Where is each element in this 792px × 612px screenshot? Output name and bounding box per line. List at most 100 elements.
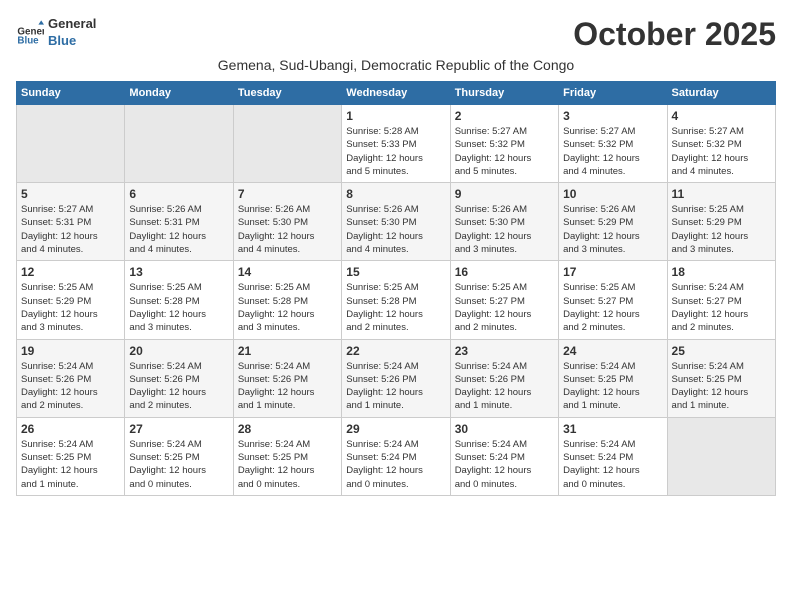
- day-cell: 3Sunrise: 5:27 AM Sunset: 5:32 PM Daylig…: [559, 105, 667, 183]
- day-number: 27: [129, 422, 228, 436]
- day-cell: 30Sunrise: 5:24 AM Sunset: 5:24 PM Dayli…: [450, 417, 558, 495]
- day-cell: 29 Sunrise: 5:24 AM Sunset: 5:24 PM Dayli…: [342, 417, 450, 495]
- day-cell: 4 Sunrise: 5:27 AM Sunset: 5:32 PM Daylig…: [667, 105, 775, 183]
- day-number: 28: [238, 422, 337, 436]
- day-info: Sunrise: 5:25 AM Sunset: 5:28 PM Dayligh…: [129, 281, 228, 334]
- day-number: 12: [21, 265, 120, 279]
- logo: General Blue General Blue: [16, 16, 96, 50]
- day-cell: 22 Sunrise: 5:24 AM Sunset: 5:26 PM Dayli…: [342, 339, 450, 417]
- week-row-4: 19 Sunrise: 5:24 AM Sunset: 5:26 PM Dayli…: [17, 339, 776, 417]
- day-cell: 26 Sunrise: 5:24 AM Sunset: 5:25 PM Dayli…: [17, 417, 125, 495]
- day-number: 4: [672, 109, 771, 123]
- day-info: Sunrise: 5:24 AM Sunset: 5:27 PM Dayligh…: [672, 281, 771, 334]
- day-cell: 15 Sunrise: 5:25 AM Sunset: 5:28 PM Dayli…: [342, 261, 450, 339]
- week-row-3: 12 Sunrise: 5:25 AM Sunset: 5:29 PM Dayli…: [17, 261, 776, 339]
- day-number: 22: [346, 344, 445, 358]
- day-cell: [125, 105, 233, 183]
- day-info: Sunrise: 5:25 AM Sunset: 5:28 PM Dayligh…: [346, 281, 445, 334]
- day-info: Sunrise: 5:24 AM Sunset: 5:25 PM Dayligh…: [129, 438, 228, 491]
- week-row-5: 26 Sunrise: 5:24 AM Sunset: 5:25 PM Dayli…: [17, 417, 776, 495]
- day-info: Sunrise: 5:24 AM Sunset: 5:25 PM Dayligh…: [672, 360, 771, 413]
- day-cell: 6Sunrise: 5:26 AM Sunset: 5:31 PM Daylig…: [125, 183, 233, 261]
- day-info: Sunrise: 5:26 AM Sunset: 5:30 PM Dayligh…: [238, 203, 337, 256]
- day-cell: 19 Sunrise: 5:24 AM Sunset: 5:26 PM Dayli…: [17, 339, 125, 417]
- day-info: Sunrise: 5:28 AM Sunset: 5:33 PM Dayligh…: [346, 125, 445, 178]
- day-number: 17: [563, 265, 662, 279]
- logo-blue: Blue: [48, 33, 96, 50]
- col-header-friday: Friday: [559, 82, 667, 105]
- col-header-wednesday: Wednesday: [342, 82, 450, 105]
- day-number: 18: [672, 265, 771, 279]
- day-info: Sunrise: 5:24 AM Sunset: 5:26 PM Dayligh…: [21, 360, 120, 413]
- day-cell: 25 Sunrise: 5:24 AM Sunset: 5:25 PM Dayli…: [667, 339, 775, 417]
- day-cell: 28 Sunrise: 5:24 AM Sunset: 5:25 PM Dayli…: [233, 417, 341, 495]
- day-info: Sunrise: 5:24 AM Sunset: 5:25 PM Dayligh…: [21, 438, 120, 491]
- day-info: Sunrise: 5:25 AM Sunset: 5:27 PM Dayligh…: [455, 281, 554, 334]
- day-info: Sunrise: 5:24 AM Sunset: 5:24 PM Dayligh…: [346, 438, 445, 491]
- month-title: October 2025: [573, 16, 776, 53]
- day-info: Sunrise: 5:24 AM Sunset: 5:24 PM Dayligh…: [563, 438, 662, 491]
- col-header-thursday: Thursday: [450, 82, 558, 105]
- day-info: Sunrise: 5:27 AM Sunset: 5:32 PM Dayligh…: [672, 125, 771, 178]
- day-number: 5: [21, 187, 120, 201]
- day-cell: 1 Sunrise: 5:28 AM Sunset: 5:33 PM Daylig…: [342, 105, 450, 183]
- day-info: Sunrise: 5:25 AM Sunset: 5:28 PM Dayligh…: [238, 281, 337, 334]
- day-info: Sunrise: 5:26 AM Sunset: 5:30 PM Dayligh…: [346, 203, 445, 256]
- week-row-1: 1 Sunrise: 5:28 AM Sunset: 5:33 PM Daylig…: [17, 105, 776, 183]
- day-cell: 7 Sunrise: 5:26 AM Sunset: 5:30 PM Daylig…: [233, 183, 341, 261]
- day-number: 31: [563, 422, 662, 436]
- day-info: Sunrise: 5:26 AM Sunset: 5:30 PM Dayligh…: [455, 203, 554, 256]
- day-number: 20: [129, 344, 228, 358]
- day-number: 8: [346, 187, 445, 201]
- day-number: 9: [455, 187, 554, 201]
- day-info: Sunrise: 5:25 AM Sunset: 5:29 PM Dayligh…: [21, 281, 120, 334]
- day-number: 26: [21, 422, 120, 436]
- header-row: SundayMondayTuesdayWednesdayThursdayFrid…: [17, 82, 776, 105]
- day-info: Sunrise: 5:27 AM Sunset: 5:32 PM Dayligh…: [455, 125, 554, 178]
- logo-general: General: [48, 16, 96, 33]
- day-number: 10: [563, 187, 662, 201]
- day-number: 16: [455, 265, 554, 279]
- day-cell: 11Sunrise: 5:25 AM Sunset: 5:29 PM Dayli…: [667, 183, 775, 261]
- day-cell: 27 Sunrise: 5:24 AM Sunset: 5:25 PM Dayli…: [125, 417, 233, 495]
- day-info: Sunrise: 5:24 AM Sunset: 5:25 PM Dayligh…: [238, 438, 337, 491]
- day-info: Sunrise: 5:26 AM Sunset: 5:29 PM Dayligh…: [563, 203, 662, 256]
- day-cell: 21Sunrise: 5:24 AM Sunset: 5:26 PM Dayli…: [233, 339, 341, 417]
- day-cell: 18 Sunrise: 5:24 AM Sunset: 5:27 PM Dayli…: [667, 261, 775, 339]
- day-cell: 12 Sunrise: 5:25 AM Sunset: 5:29 PM Dayli…: [17, 261, 125, 339]
- day-info: Sunrise: 5:24 AM Sunset: 5:25 PM Dayligh…: [563, 360, 662, 413]
- day-cell: 9 Sunrise: 5:26 AM Sunset: 5:30 PM Daylig…: [450, 183, 558, 261]
- day-number: 25: [672, 344, 771, 358]
- day-number: 6: [129, 187, 228, 201]
- day-cell: 2Sunrise: 5:27 AM Sunset: 5:32 PM Daylig…: [450, 105, 558, 183]
- day-info: Sunrise: 5:24 AM Sunset: 5:26 PM Dayligh…: [129, 360, 228, 413]
- logo-icon: General Blue: [16, 19, 44, 47]
- day-cell: 31 Sunrise: 5:24 AM Sunset: 5:24 PM Dayli…: [559, 417, 667, 495]
- day-cell: 17Sunrise: 5:25 AM Sunset: 5:27 PM Dayli…: [559, 261, 667, 339]
- day-cell: [667, 417, 775, 495]
- day-cell: 13Sunrise: 5:25 AM Sunset: 5:28 PM Dayli…: [125, 261, 233, 339]
- week-row-2: 5 Sunrise: 5:27 AM Sunset: 5:31 PM Daylig…: [17, 183, 776, 261]
- day-cell: 5 Sunrise: 5:27 AM Sunset: 5:31 PM Daylig…: [17, 183, 125, 261]
- day-number: 7: [238, 187, 337, 201]
- day-cell: 20 Sunrise: 5:24 AM Sunset: 5:26 PM Dayli…: [125, 339, 233, 417]
- day-info: Sunrise: 5:24 AM Sunset: 5:24 PM Dayligh…: [455, 438, 554, 491]
- day-number: 14: [238, 265, 337, 279]
- svg-text:Blue: Blue: [17, 35, 39, 46]
- day-info: Sunrise: 5:25 AM Sunset: 5:29 PM Dayligh…: [672, 203, 771, 256]
- day-number: 29: [346, 422, 445, 436]
- col-header-saturday: Saturday: [667, 82, 775, 105]
- day-cell: 10 Sunrise: 5:26 AM Sunset: 5:29 PM Dayli…: [559, 183, 667, 261]
- day-number: 15: [346, 265, 445, 279]
- calendar-table: SundayMondayTuesdayWednesdayThursdayFrid…: [16, 81, 776, 496]
- header: General Blue General Blue October 2025: [16, 16, 776, 53]
- day-info: Sunrise: 5:24 AM Sunset: 5:26 PM Dayligh…: [346, 360, 445, 413]
- day-cell: [17, 105, 125, 183]
- day-cell: 8 Sunrise: 5:26 AM Sunset: 5:30 PM Daylig…: [342, 183, 450, 261]
- day-info: Sunrise: 5:27 AM Sunset: 5:31 PM Dayligh…: [21, 203, 120, 256]
- day-number: 19: [21, 344, 120, 358]
- day-number: 1: [346, 109, 445, 123]
- day-cell: 23Sunrise: 5:24 AM Sunset: 5:26 PM Dayli…: [450, 339, 558, 417]
- subtitle: Gemena, Sud-Ubangi, Democratic Republic …: [16, 57, 776, 73]
- col-header-monday: Monday: [125, 82, 233, 105]
